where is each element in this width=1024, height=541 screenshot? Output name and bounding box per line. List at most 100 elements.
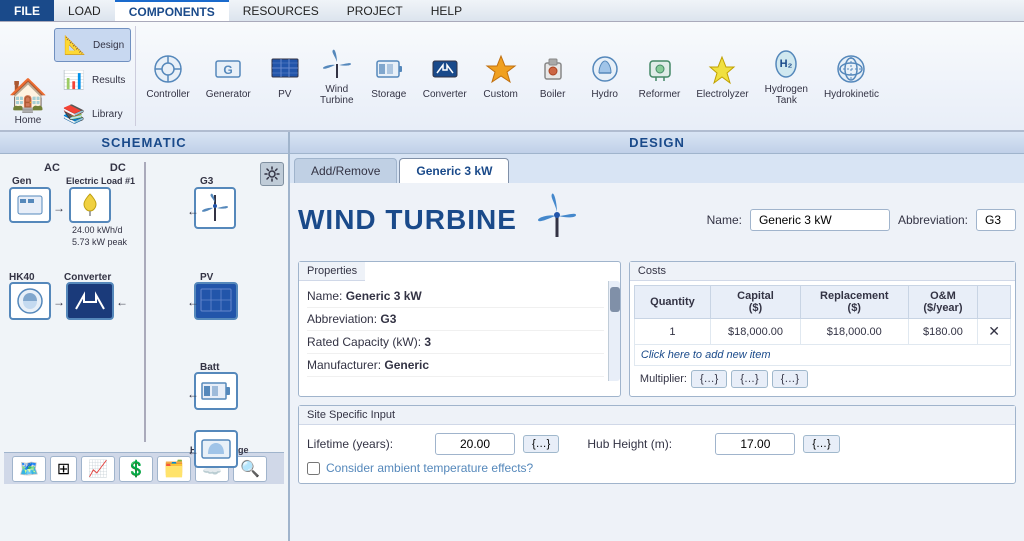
help-menu[interactable]: HELP (417, 0, 476, 21)
ac-label: AC (44, 162, 60, 174)
design-label: Design (93, 40, 124, 52)
storage-icon (371, 51, 407, 87)
load-menu[interactable]: LOAD (54, 0, 115, 21)
library-icon: 📚 (60, 100, 88, 128)
hub-height-expr-btn[interactable]: {…} (803, 435, 839, 453)
costs-data-row: 1 $18,000.00 $18,000.00 $180.00 ✕ (634, 319, 1010, 345)
prop-abbr: Abbreviation: G3 (307, 308, 604, 331)
multiplier-om-btn[interactable]: {…} (772, 370, 808, 388)
components-menu[interactable]: COMPONENTS (115, 0, 229, 21)
cell-om: $180.00 (908, 319, 978, 345)
file-menu[interactable]: FILE (0, 0, 54, 21)
schematic-diagram: AC DC Gen → Electric Load #1 24.00 kWh/d… (4, 162, 284, 452)
electrolyzer-button[interactable]: Electrolyzer (690, 48, 754, 104)
pv-button[interactable]: PV (261, 48, 309, 104)
design-icon: 📐 (61, 31, 89, 59)
electric-load-label: Electric Load #1 (66, 176, 135, 186)
props-scrollbar[interactable] (608, 281, 620, 381)
custom-label: Custom (483, 89, 517, 101)
home-icon: 🏠 (10, 77, 46, 113)
load-info: 24.00 kWh/d5.73 kW peak (72, 225, 127, 248)
hydro-button[interactable]: Hydro (581, 48, 629, 104)
hydrogen-tank-icon: H₂ (768, 46, 804, 82)
generator-button[interactable]: G Generator (200, 48, 257, 104)
resources-menu[interactable]: RESOURCES (229, 0, 333, 21)
home-button[interactable]: 🏠 Home (4, 74, 52, 130)
hub-height-input[interactable] (715, 433, 795, 455)
wt-name-row: Name: Abbreviation: (707, 209, 1016, 231)
boiler-button[interactable]: Boiler (529, 48, 577, 104)
design-button[interactable]: 📐 Design (54, 28, 131, 62)
multiplier-label: Multiplier: (640, 373, 687, 385)
schematic-settings-button[interactable] (260, 162, 284, 186)
hydrogen-tank-button[interactable]: H₂ HydrogenTank (759, 43, 814, 109)
reformer-icon (642, 51, 678, 87)
reformer-button[interactable]: Reformer (633, 48, 687, 104)
grid-button[interactable]: ⊞ (50, 456, 77, 482)
library-label: Library (92, 109, 123, 121)
tab-add-remove[interactable]: Add/Remove (294, 158, 397, 183)
schematic-title: SCHEMATIC (0, 132, 288, 154)
custom-button[interactable]: Custom (477, 48, 525, 104)
multiplier-capital-btn[interactable]: {…} (691, 370, 727, 388)
search-button[interactable]: 🔍 (233, 456, 267, 482)
lifetime-expr-btn[interactable]: {…} (523, 435, 559, 453)
hydrostorage-arrow: → (187, 444, 199, 458)
chart-button[interactable]: 📈 (81, 456, 115, 482)
abbreviation-label: Abbreviation: (898, 213, 968, 227)
hub-height-row: Hub Height (m): {…} (587, 433, 839, 455)
batt-arrow: → (187, 387, 199, 401)
converter-button[interactable]: Converter (417, 48, 473, 104)
controller-button[interactable]: Controller (140, 48, 195, 104)
results-button[interactable]: 📊 Results (54, 64, 131, 96)
gen-arrow: → (53, 201, 65, 215)
abbreviation-input[interactable] (976, 209, 1016, 231)
prop-capacity: Rated Capacity (kW): 3 (307, 331, 604, 354)
multiplier-replacement-btn[interactable]: {…} (731, 370, 767, 388)
pv-icon (267, 51, 303, 87)
tab-generic-3kw[interactable]: Generic 3 kW (399, 158, 509, 183)
ambient-temp-row: Consider ambient temperature effects? (307, 461, 1007, 475)
lifetime-label: Lifetime (years): (307, 437, 427, 451)
storage-button[interactable]: Storage (365, 48, 413, 104)
panels-row: Properties Name: Generic 3 kW Abbreviati… (298, 261, 1016, 397)
ac-dc-row: AC DC (44, 162, 126, 174)
design-content-area: WIND TURBINE Name: Abbreviation: Propert… (290, 183, 1024, 541)
hk40-component[interactable] (9, 282, 51, 320)
add-item-row[interactable]: Click here to add new item (634, 345, 1010, 366)
cost-button[interactable]: 💲 (119, 456, 153, 482)
wt-title: WIND TURBINE (298, 204, 517, 236)
electric-load-component[interactable] (69, 187, 111, 223)
converter-label: Converter (423, 89, 467, 101)
ambient-temp-checkbox[interactable] (307, 462, 320, 475)
hydrostorage-component[interactable] (194, 430, 238, 468)
library-button[interactable]: 📚 Library (54, 98, 131, 130)
ribbon: 🏠 Home 📐 Design 📊 Results 📚 Library View (0, 22, 1024, 132)
boiler-label: Boiler (540, 89, 566, 101)
col-delete (978, 286, 1011, 319)
g3-component[interactable] (194, 187, 236, 229)
delete-row-button[interactable]: ✕ (978, 319, 1011, 345)
menu-bar: FILE LOAD COMPONENTS RESOURCES PROJECT H… (0, 0, 1024, 22)
gen-component[interactable] (9, 187, 51, 223)
wind-turbine-button[interactable]: WindTurbine (313, 43, 361, 109)
g3-arrow: → (187, 204, 199, 218)
hydrokinetic-button[interactable]: Hydrokinetic (818, 48, 885, 104)
wind-turbine-icon (319, 46, 355, 82)
add-item-label[interactable]: Click here to add new item (634, 345, 1010, 366)
map-button[interactable]: 🗺️ (12, 456, 46, 482)
conv-arrow: → (116, 295, 128, 309)
prop-manufacturer: Manufacturer: Generic (307, 354, 604, 377)
layers-button[interactable]: 🗂️ (157, 456, 191, 482)
name-input[interactable] (750, 209, 890, 231)
batt-component[interactable] (194, 372, 238, 410)
converter-component[interactable] (66, 282, 114, 320)
wind-turbine-label: WindTurbine (320, 84, 354, 106)
project-menu[interactable]: PROJECT (333, 0, 417, 21)
cell-quantity: 1 (634, 319, 710, 345)
components-group: Controller G Generator PV WindTurbine (136, 26, 889, 126)
pv-component[interactable] (194, 282, 238, 320)
lifetime-input[interactable] (435, 433, 515, 455)
name-label: Name: (707, 213, 742, 227)
controller-icon (150, 51, 186, 87)
